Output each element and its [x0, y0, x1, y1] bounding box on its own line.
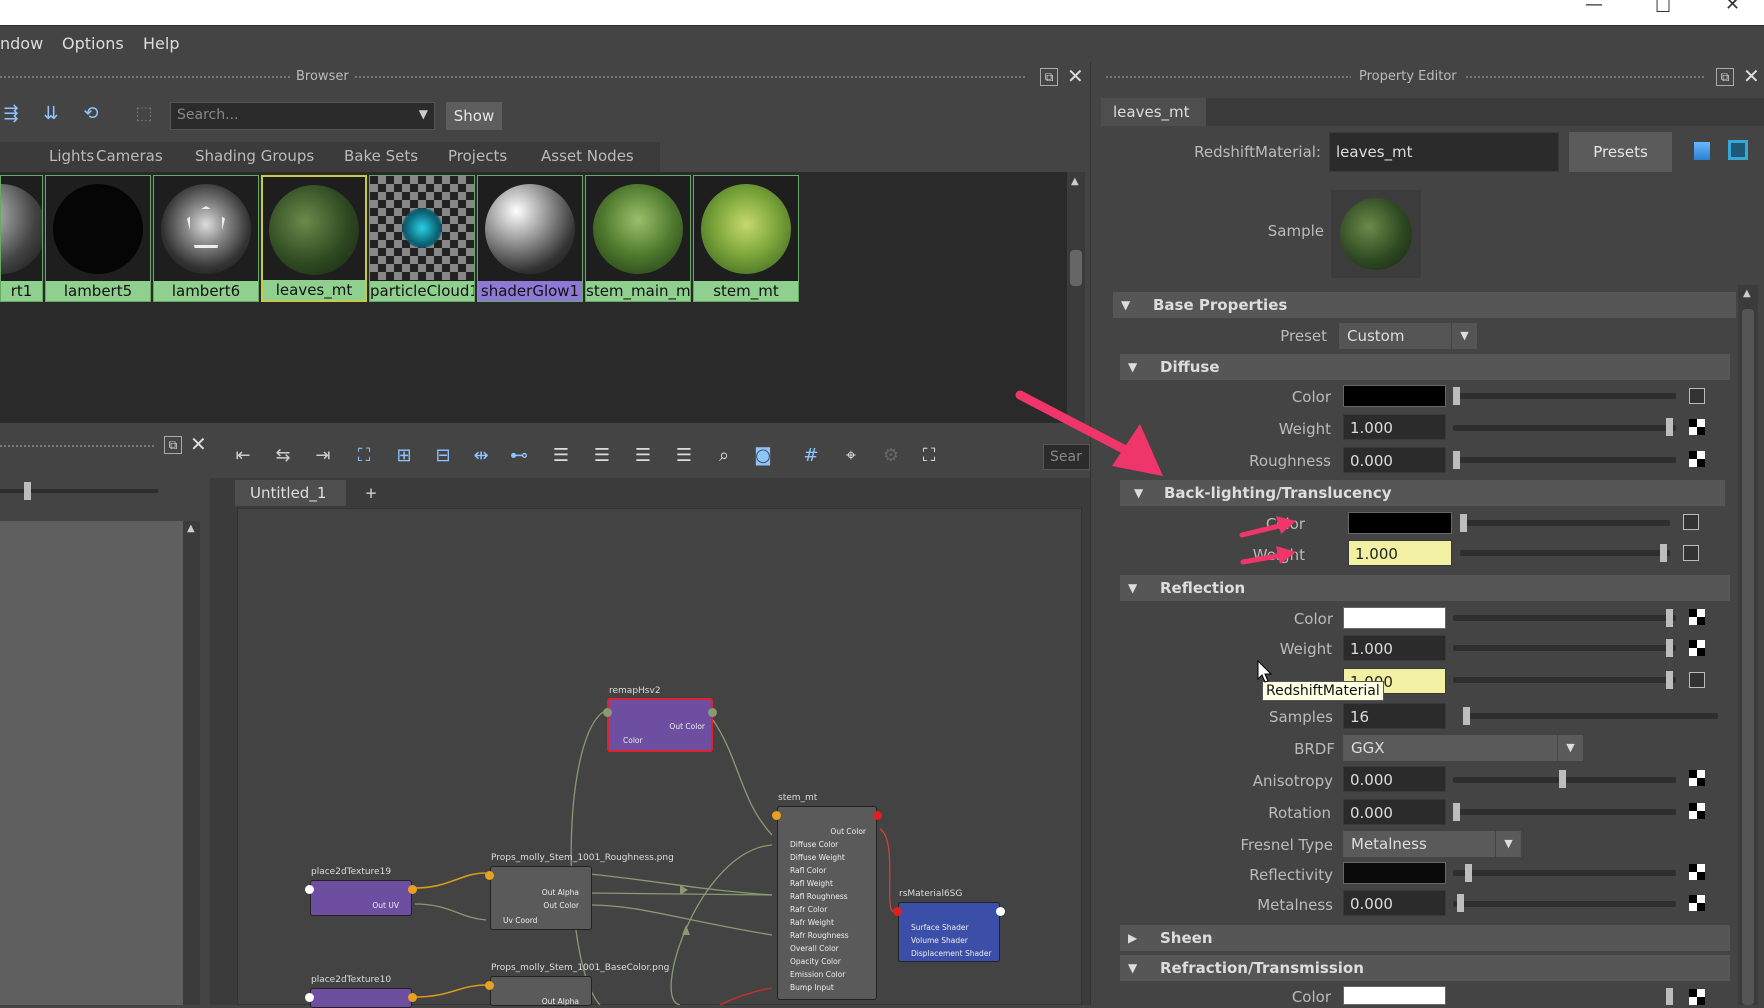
annotation-arrows — [1015, 390, 1296, 565]
